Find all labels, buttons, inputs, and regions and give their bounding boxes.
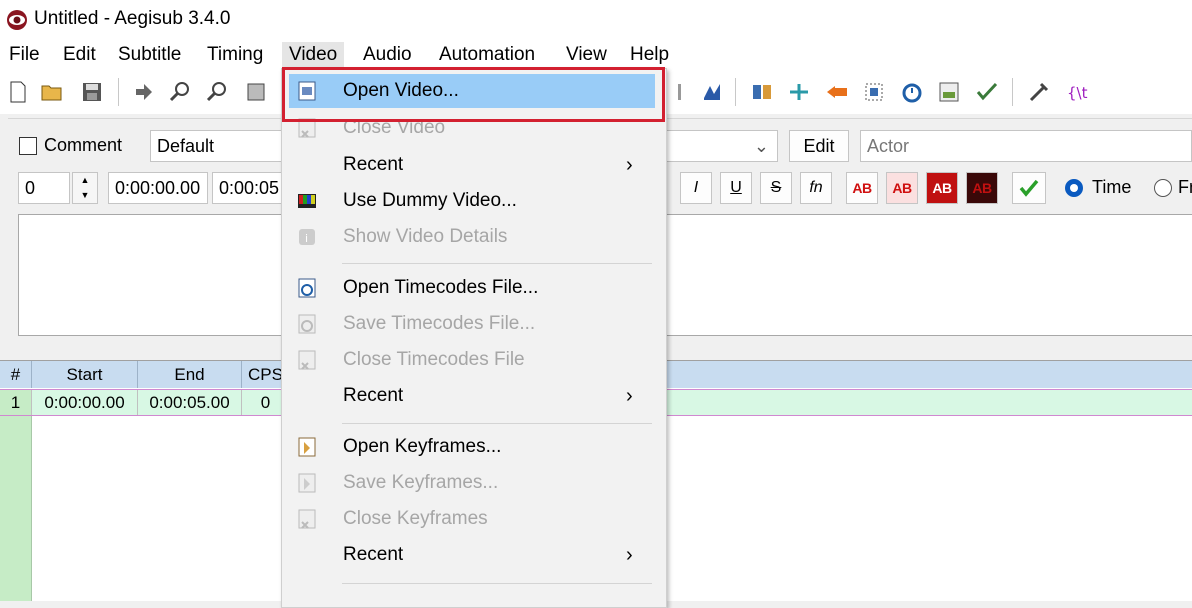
shift-times-icon[interactable] — [900, 80, 924, 104]
menu-item-save-timecodes[interactable]: Save Timecodes File... — [282, 307, 666, 341]
time-radio[interactable] — [1065, 179, 1083, 197]
timing-postprocessor-icon[interactable] — [787, 80, 811, 104]
layer-spin-buttons[interactable]: ▲ ▼ — [72, 172, 98, 204]
menu-separator — [342, 423, 652, 424]
comment-checkbox[interactable] — [19, 137, 37, 155]
menu-timing[interactable]: Timing — [207, 42, 263, 68]
options-tools-icon[interactable] — [1027, 80, 1051, 104]
video-details-icon: i — [299, 229, 315, 245]
chevron-right-icon: › — [626, 544, 633, 566]
frame-radio-label: Fr — [1178, 177, 1192, 197]
menu-automation[interactable]: Automation — [439, 42, 535, 68]
font-button[interactable]: fn — [800, 172, 832, 204]
edit-style-button[interactable]: Edit — [789, 130, 849, 162]
menu-separator — [342, 583, 652, 584]
comment-label: Comment — [44, 135, 123, 155]
find-icon[interactable] — [168, 80, 192, 104]
svg-text:{\t}: {\t} — [1067, 84, 1089, 102]
checkmark-icon — [1019, 179, 1039, 197]
title-bar: Untitled - Aegisub 3.4.0 — [0, 0, 1192, 38]
styling-assistant-icon[interactable] — [937, 80, 961, 104]
menu-bar: File Edit Subtitle Timing Video Audio Au… — [0, 38, 1192, 70]
menu-file[interactable]: File — [9, 42, 40, 68]
outline-color-button[interactable]: AB — [926, 172, 958, 204]
select-lines-icon[interactable] — [862, 80, 886, 104]
jump-to-icon[interactable] — [132, 80, 156, 104]
menu-item-dummy-video[interactable]: Use Dummy Video... — [282, 184, 666, 218]
open-keyframes-icon — [298, 437, 316, 457]
row-number: 1 — [0, 390, 32, 415]
separator-small-icon — [678, 84, 681, 100]
spell-check-icon[interactable] — [975, 80, 999, 104]
automation-icon[interactable]: {\t} — [1065, 80, 1089, 104]
window-title: Untitled - Aegisub 3.4.0 — [34, 8, 231, 29]
commit-button[interactable] — [1012, 172, 1046, 204]
resample-icon[interactable] — [750, 80, 774, 104]
menu-item-close-timecodes[interactable]: Close Timecodes File — [282, 343, 666, 377]
primary-color-button[interactable]: AB — [846, 172, 878, 204]
start-time-input[interactable]: 0:00:00.00 — [108, 172, 208, 204]
style-dropdown-tail[interactable]: ⌄ — [660, 130, 778, 162]
save-icon[interactable] — [80, 80, 104, 104]
new-file-icon[interactable] — [6, 80, 30, 104]
frame-radio[interactable] — [1154, 179, 1172, 197]
menu-item-video-details[interactable]: i Show Video Details — [282, 220, 666, 254]
column-header-end[interactable]: End — [138, 361, 242, 388]
menu-item-recent-video[interactable]: Recent › — [282, 148, 666, 182]
aegisub-eye-icon — [7, 10, 27, 30]
chevron-right-icon: › — [626, 385, 633, 407]
close-keyframes-icon — [298, 509, 316, 529]
chevron-down-icon: ⌄ — [753, 136, 769, 156]
strikeout-button[interactable]: S — [760, 172, 792, 204]
menu-item-recent-timecodes[interactable]: Recent › — [282, 379, 666, 413]
video-menu-dropdown: Open Video... Close Video Recent › Use D… — [281, 68, 667, 608]
menu-item-open-keyframes[interactable]: Open Keyframes... — [282, 430, 666, 464]
end-time-input[interactable]: 0:00:05 — [212, 172, 284, 204]
annotation-highlight-box — [282, 67, 665, 122]
menu-subtitle[interactable]: Subtitle — [118, 42, 181, 68]
close-timecodes-icon — [298, 350, 316, 370]
shadow-color-button[interactable]: AB — [966, 172, 998, 204]
row-end-time: 0:00:05.00 — [138, 390, 242, 415]
menu-item-recent-keyframes[interactable]: Recent › — [282, 538, 666, 572]
menu-item-open-timecodes[interactable]: Open Timecodes File... — [282, 271, 666, 305]
secondary-color-button[interactable]: AB — [886, 172, 918, 204]
open-folder-icon[interactable] — [40, 80, 64, 104]
kanji-timer-icon[interactable] — [825, 80, 849, 104]
menu-item-close-keyframes[interactable]: Close Keyframes — [282, 502, 666, 536]
time-radio-label: Time — [1092, 177, 1132, 197]
style-select[interactable]: Default — [150, 130, 290, 162]
layer-input[interactable]: 0 — [18, 172, 70, 204]
column-header-start[interactable]: Start — [32, 361, 138, 388]
row-start-time: 0:00:00.00 — [32, 390, 138, 415]
actor-input[interactable]: Actor — [860, 130, 1192, 162]
save-keyframes-icon — [298, 473, 316, 493]
menu-item-save-keyframes[interactable]: Save Keyframes... — [282, 466, 666, 500]
open-timecodes-icon — [298, 278, 316, 298]
menu-view[interactable]: View — [566, 42, 607, 68]
translation-assistant-icon[interactable] — [700, 80, 724, 104]
save-timecodes-icon — [298, 314, 316, 334]
chevron-right-icon: › — [626, 154, 633, 176]
underline-button[interactable]: U — [720, 172, 752, 204]
menu-edit[interactable]: Edit — [63, 42, 96, 68]
styles-manager-icon[interactable] — [244, 80, 268, 104]
italic-button[interactable]: I — [680, 172, 712, 204]
svg-text:i: i — [305, 232, 308, 245]
row-gutter — [0, 416, 32, 601]
menu-separator — [342, 263, 652, 264]
column-header-number[interactable]: # — [0, 361, 32, 388]
menu-audio[interactable]: Audio — [363, 42, 412, 68]
dummy-video-icon — [298, 194, 316, 208]
menu-video[interactable]: Video — [282, 42, 345, 68]
menu-help[interactable]: Help — [630, 42, 669, 68]
find-replace-icon[interactable] — [205, 80, 229, 104]
